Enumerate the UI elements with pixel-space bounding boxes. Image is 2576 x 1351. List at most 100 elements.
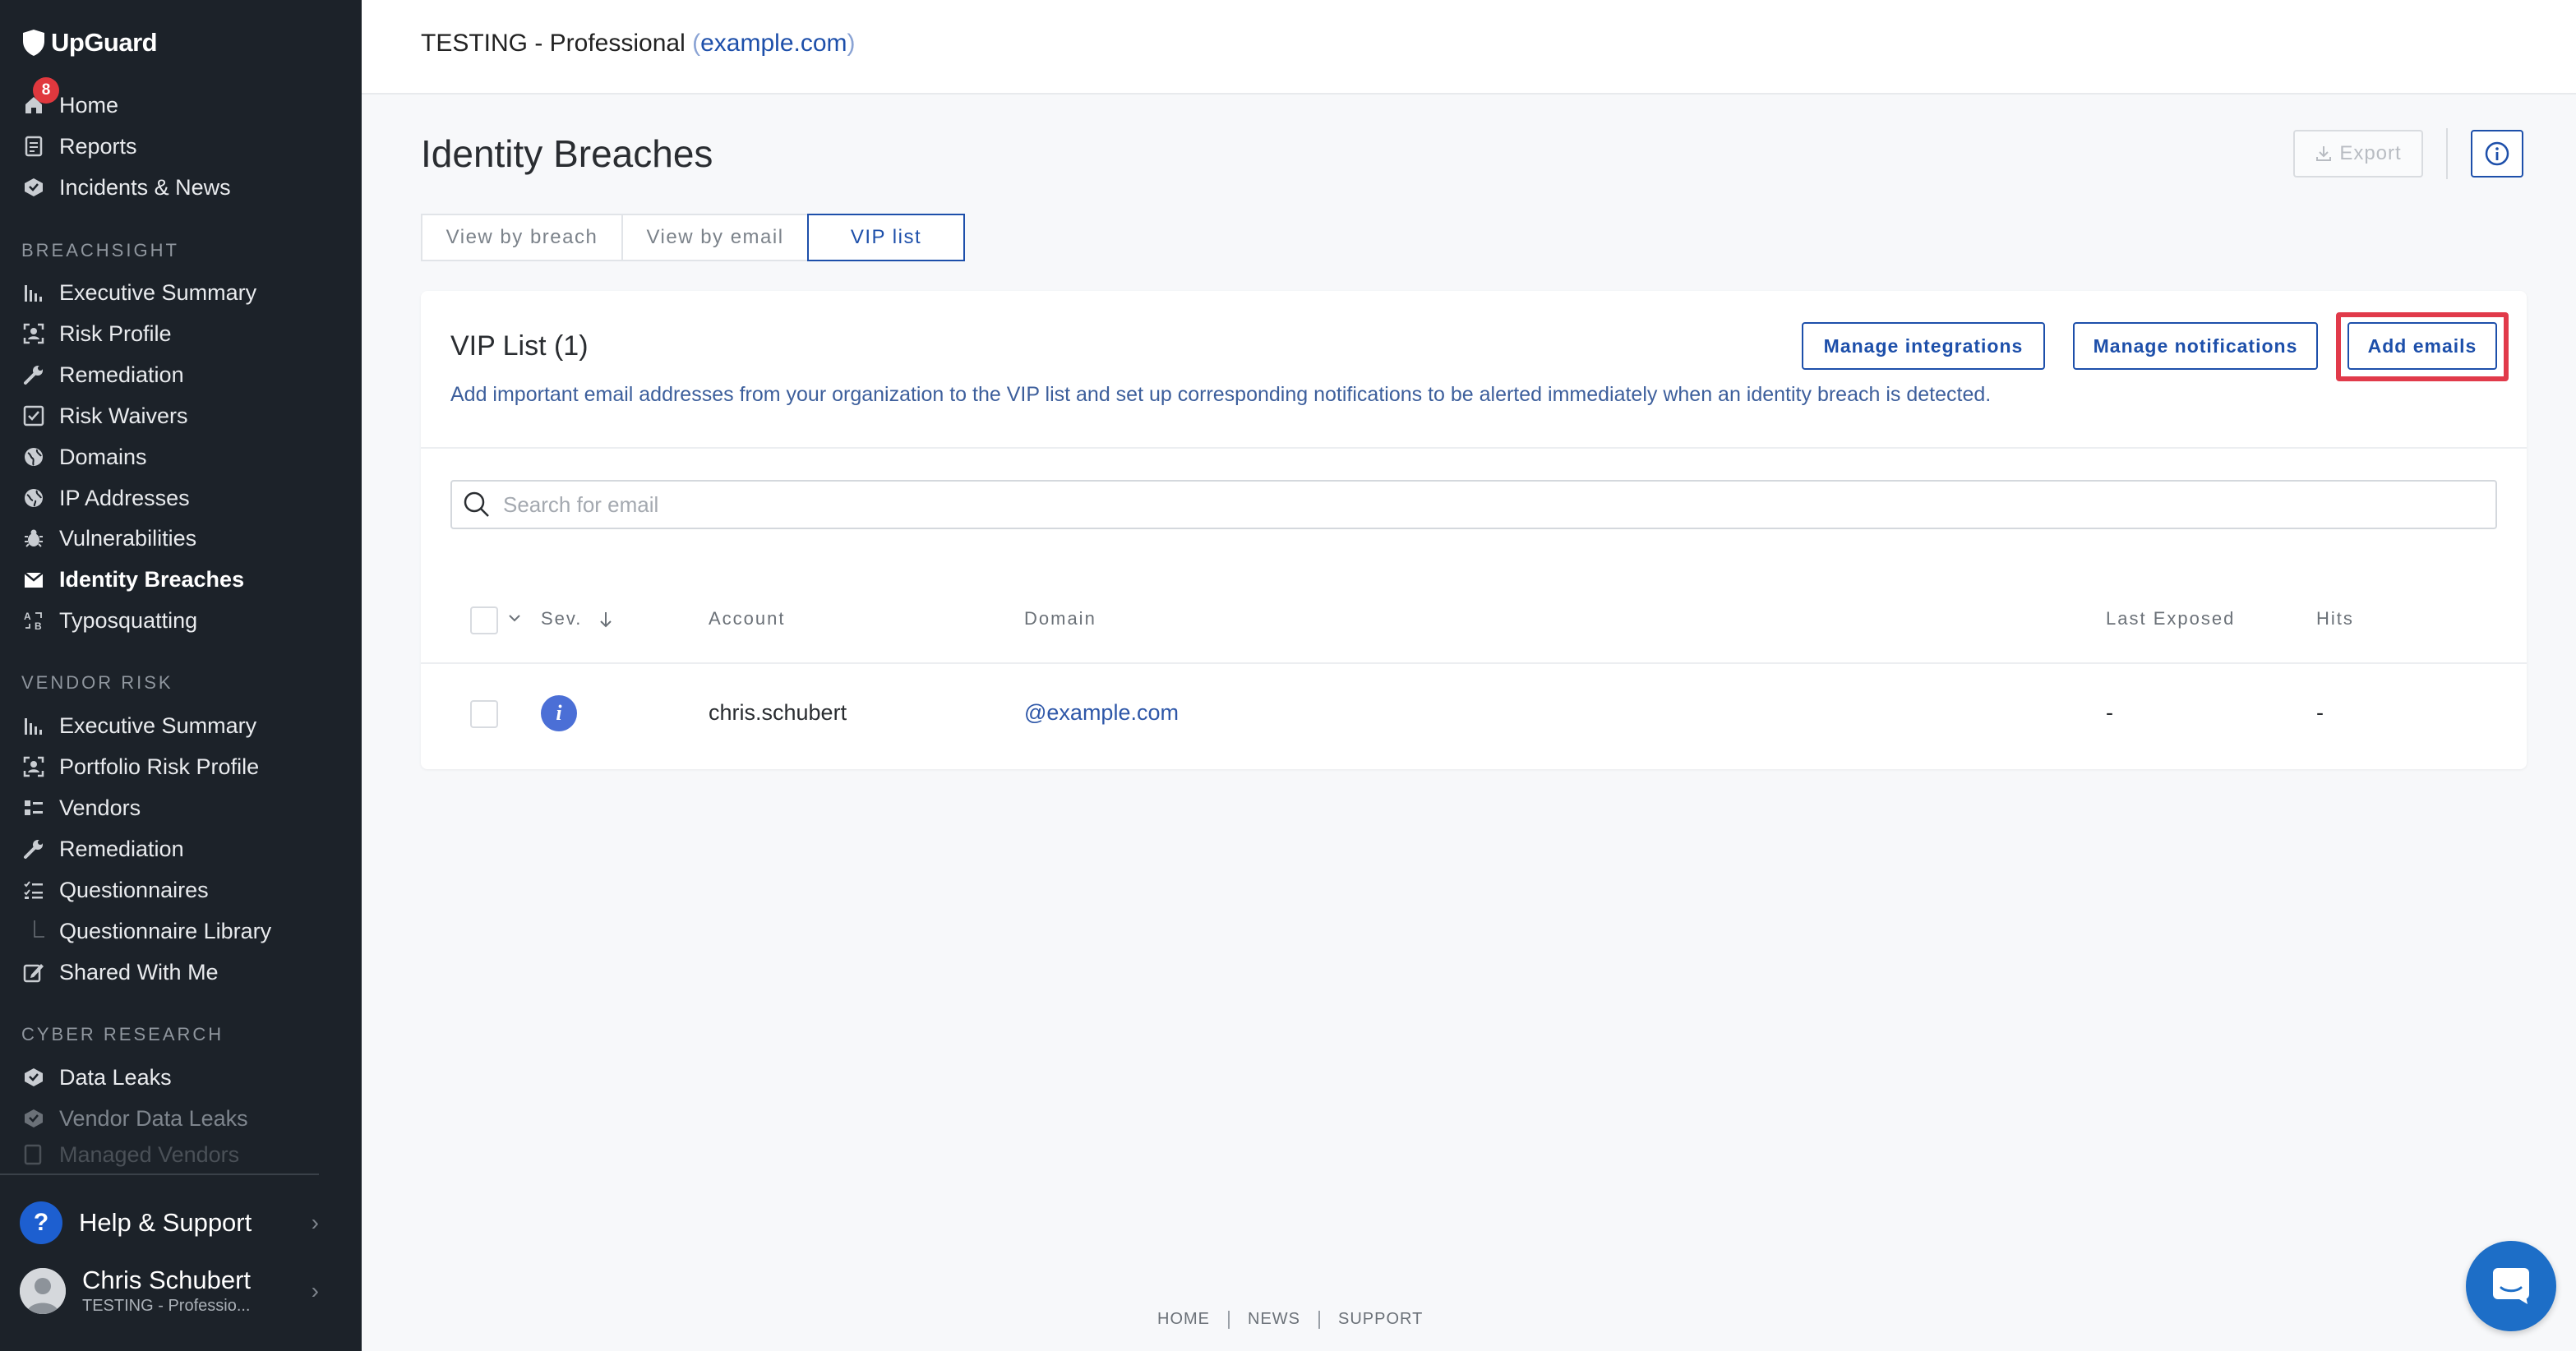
- card-divider: [421, 447, 2527, 449]
- sidebar-item-label: Shared With Me: [59, 959, 219, 984]
- sidebar-item-label: Reports: [59, 133, 137, 159]
- sidebar-item-label: Typosquatting: [59, 607, 198, 633]
- footer-link-support[interactable]: SUPPORT: [1338, 1310, 1423, 1329]
- shield-logo-icon: [23, 30, 44, 56]
- question-icon: ?: [20, 1201, 62, 1244]
- wrench-icon: [21, 837, 46, 861]
- select-all-checkbox[interactable]: [470, 606, 498, 634]
- sidebar-item-vendors[interactable]: Vendors: [21, 789, 350, 827]
- column-header-last-exposed[interactable]: Last Exposed: [2106, 608, 2235, 629]
- footer-link-news[interactable]: NEWS: [1248, 1310, 1300, 1329]
- section-header-cyber-research: CYBER RESEARCH: [21, 1024, 224, 1044]
- sidebar-item-questionnaire-library[interactable]: Questionnaire Library: [21, 912, 350, 950]
- sidebar-item-risk-waivers[interactable]: Risk Waivers: [21, 397, 350, 435]
- sidebar-item-remediation[interactable]: Remediation: [21, 356, 350, 394]
- sidebar-item-label: Questionnaires: [59, 877, 209, 902]
- sidebar-item-label: Domains: [59, 444, 147, 469]
- sidebar-item-home[interactable]: Home: [21, 86, 350, 124]
- inbox-icon: [21, 567, 46, 592]
- sidebar-item-label: Data Leaks: [59, 1064, 172, 1090]
- sidebar-item-label: Risk Profile: [59, 320, 172, 346]
- manage-notifications-button[interactable]: Manage notifications: [2073, 322, 2318, 370]
- manage-integrations-button[interactable]: Manage integrations: [1802, 322, 2045, 370]
- sidebar-item-reports[interactable]: Reports: [21, 127, 350, 165]
- sidebar-item-ip-addresses[interactable]: IP Addresses: [21, 479, 350, 517]
- top-bar: TESTING - Professional (example.com): [362, 0, 2576, 95]
- sidebar-item-domains[interactable]: Domains: [21, 438, 350, 476]
- user-menu[interactable]: Chris Schubert TESTING - Professio... ›: [20, 1266, 319, 1316]
- chevron-right-icon: ›: [311, 1210, 319, 1235]
- sidebar-item-label: Executive Summary: [59, 279, 257, 305]
- list-icon: [21, 795, 46, 820]
- footer-separator: [1228, 1310, 1230, 1329]
- sidebar: UpGuard Home 8 Reports Incidents & News …: [0, 0, 362, 1351]
- sidebar-item-label: Questionnaire Library: [59, 918, 272, 943]
- column-header-hits[interactable]: Hits: [2316, 608, 2354, 629]
- sidebar-item-portfolio-risk-profile[interactable]: Portfolio Risk Profile: [21, 748, 350, 786]
- help-support-label: Help & Support: [79, 1208, 252, 1237]
- account-cell: chris.schubert: [709, 700, 847, 725]
- section-header-vendor-risk: VENDOR RISK: [21, 672, 173, 693]
- vip-list-card: VIP List (1) Add important email address…: [421, 291, 2527, 769]
- sidebar-item-typosquatting[interactable]: AB Typosquatting: [21, 602, 350, 639]
- column-header-domain[interactable]: Domain: [1024, 608, 1096, 629]
- header-divider: [421, 662, 2527, 664]
- export-button[interactable]: Export: [2293, 130, 2423, 178]
- brand-name: UpGuard: [51, 28, 158, 57]
- sidebar-item-label: Incidents & News: [59, 174, 231, 200]
- globe-icon: [21, 445, 46, 469]
- sidebar-item-vendor-remediation[interactable]: Remediation: [21, 830, 350, 868]
- domain-cell: @example.com: [1024, 700, 1179, 725]
- sidebar-item-label: IP Addresses: [59, 485, 190, 510]
- risk-profile-icon: [21, 321, 46, 346]
- sidebar-item-vendor-data-leaks[interactable]: Vendor Data Leaks: [21, 1100, 350, 1137]
- search-box: [450, 480, 2497, 529]
- hits-cell: -: [2316, 700, 2324, 725]
- footer-link-home[interactable]: HOME: [1157, 1310, 1210, 1329]
- sidebar-item-identity-breaches[interactable]: Identity Breaches: [21, 560, 350, 598]
- wrench-icon: [21, 362, 46, 387]
- column-header-sev[interactable]: Sev.: [541, 608, 614, 629]
- sidebar-item-risk-profile[interactable]: Risk Profile: [21, 315, 350, 353]
- search-icon: [462, 490, 492, 519]
- chevron-down-icon[interactable]: [506, 610, 523, 630]
- footer: HOME NEWS SUPPORT: [1157, 1310, 1423, 1329]
- highlight-box: [2336, 312, 2509, 381]
- help-support-button[interactable]: ? Help & Support ›: [20, 1201, 319, 1244]
- sidebar-item-data-leaks[interactable]: Data Leaks: [21, 1058, 350, 1096]
- sidebar-item-managed-vendors[interactable]: Managed Vendors: [21, 1140, 350, 1169]
- managed-vendors-icon: [21, 1142, 46, 1167]
- row-checkbox[interactable]: [470, 700, 498, 728]
- arrow-down-icon: [599, 612, 612, 628]
- sidebar-item-label: Portfolio Risk Profile: [59, 754, 260, 779]
- paren-open: (: [692, 30, 701, 57]
- sidebar-item-incidents[interactable]: Incidents & News: [21, 168, 350, 206]
- paren-close: ): [847, 30, 856, 57]
- sidebar-item-vendor-executive-summary[interactable]: Executive Summary: [21, 707, 350, 745]
- chat-launcher-button[interactable]: [2466, 1241, 2556, 1331]
- column-header-account[interactable]: Account: [709, 608, 786, 629]
- org-domain-link[interactable]: example.com: [700, 30, 847, 57]
- tab-view-by-email[interactable]: View by email: [621, 214, 809, 261]
- svg-text:B: B: [35, 620, 42, 631]
- card-description: Add important email addresses from your …: [450, 383, 1992, 406]
- ip-globe-icon: [21, 486, 46, 510]
- download-icon: [2316, 146, 2332, 161]
- sidebar-item-shared-with-me[interactable]: Shared With Me: [21, 953, 350, 991]
- tab-view-by-breach[interactable]: View by breach: [421, 214, 623, 261]
- reports-icon: [21, 134, 46, 159]
- column-header-label: Sev.: [541, 608, 583, 629]
- org-title: TESTING - Professional (example.com): [421, 30, 856, 58]
- header-divider: [2446, 128, 2448, 179]
- search-input[interactable]: [503, 491, 2476, 518]
- checkbox-icon: [21, 403, 46, 428]
- sidebar-item-vulnerabilities[interactable]: Vulnerabilities: [21, 519, 350, 557]
- tab-vip-list[interactable]: VIP list: [807, 214, 965, 261]
- bug-icon: [21, 526, 46, 551]
- sidebar-divider: [0, 1173, 319, 1175]
- info-button[interactable]: [2471, 130, 2523, 178]
- sidebar-item-questionnaires[interactable]: Questionnaires: [21, 871, 350, 909]
- sidebar-item-executive-summary[interactable]: Executive Summary: [21, 274, 350, 311]
- sidebar-item-label: Executive Summary: [59, 712, 257, 738]
- upguard-logo[interactable]: UpGuard: [21, 28, 158, 58]
